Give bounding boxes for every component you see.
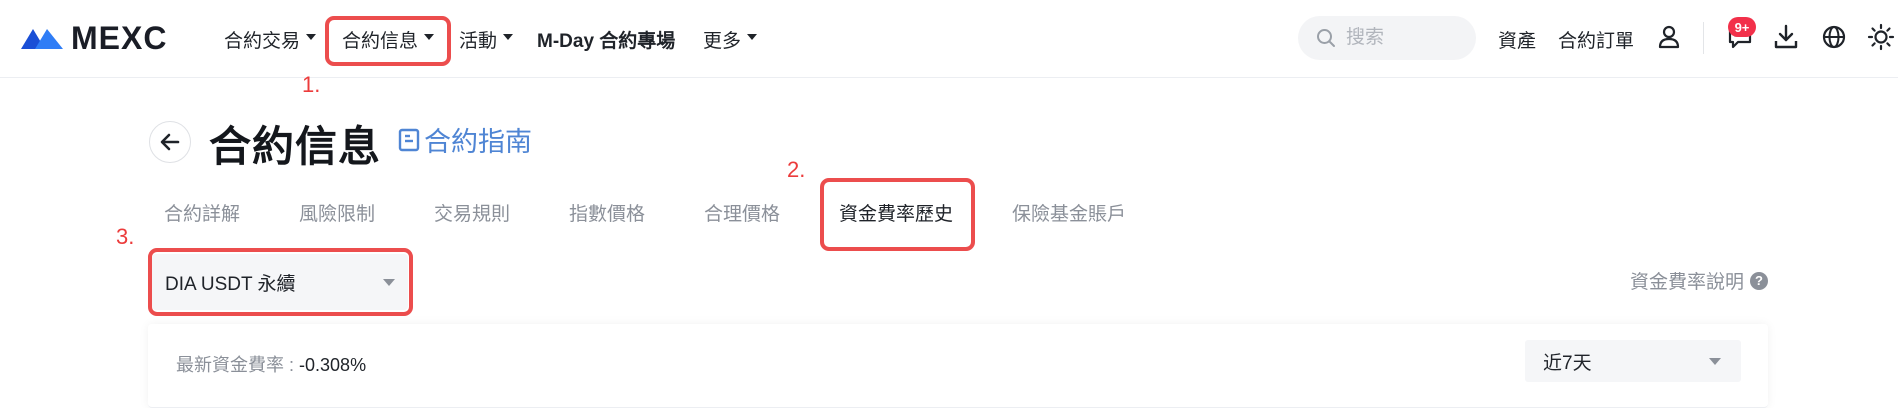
- page-title: 合約信息: [209, 123, 382, 170]
- globe-icon[interactable]: [1819, 22, 1849, 52]
- user-icon[interactable]: [1654, 22, 1684, 52]
- nav-label: 合約交易: [224, 30, 301, 52]
- nav-label: 更多: [703, 30, 742, 52]
- assets-link[interactable]: 資產: [1498, 0, 1536, 78]
- tab-contract-details[interactable]: 合約詳解: [164, 199, 240, 226]
- tab-risk-limit[interactable]: 風險限制: [299, 199, 375, 226]
- tab-fair-price[interactable]: 合理價格: [704, 199, 780, 226]
- contract-select[interactable]: DIA USDT 永續: [152, 254, 408, 310]
- nav-item-contract-trading[interactable]: 合約交易: [224, 0, 317, 78]
- back-button[interactable]: [149, 121, 191, 163]
- search-input[interactable]: [1346, 27, 1466, 49]
- nav-item-mday[interactable]: M-Day 合約專場: [537, 0, 675, 78]
- tab-insurance-fund[interactable]: 保險基金賬戶: [1012, 199, 1126, 226]
- annotation-label-2: 2.: [787, 157, 806, 182]
- period-select[interactable]: 近7天: [1525, 340, 1741, 382]
- caret-down-icon: [747, 34, 758, 40]
- annotation-label-1: 1.: [302, 72, 321, 97]
- caret-down-icon: [503, 34, 514, 40]
- tab-funding-rate-history[interactable]: 資金費率歷史: [839, 199, 953, 226]
- theme-sun-icon[interactable]: [1866, 22, 1896, 52]
- book-icon: [398, 128, 420, 151]
- caret-down-icon: [306, 34, 317, 40]
- latest-rate-value: -0.308%: [299, 355, 367, 375]
- nav-item-events[interactable]: 活動: [459, 0, 514, 78]
- download-icon[interactable]: [1771, 22, 1801, 52]
- logo-text: MEXC: [71, 19, 168, 56]
- notification-badge: 9+: [1728, 17, 1756, 37]
- nav-label: 活動: [459, 30, 498, 52]
- explain-label: 資金費率說明: [1630, 272, 1745, 293]
- annotation-label-3: 3.: [116, 224, 135, 249]
- caret-down-icon: [1709, 358, 1721, 365]
- guide-label: 合約指南: [424, 127, 532, 157]
- nav-label: M-Day 合約專場: [537, 30, 676, 52]
- contract-orders-link[interactable]: 合約訂單: [1558, 0, 1634, 78]
- funding-rate-explain-link[interactable]: 資金費率說明 ?: [1630, 267, 1769, 294]
- period-select-value: 近7天: [1543, 352, 1592, 374]
- latest-rate-label: 最新資金費率 :: [176, 355, 295, 375]
- assets-label: 資產: [1498, 30, 1537, 52]
- contract-guide-link[interactable]: 合約指南: [398, 120, 532, 159]
- caret-down-icon: [383, 279, 395, 286]
- mexc-logo[interactable]: MEXC: [19, 19, 168, 56]
- header-divider: [1703, 22, 1704, 54]
- search-icon: [1317, 29, 1335, 47]
- orders-label: 合約訂單: [1558, 30, 1635, 52]
- top-navbar: MEXC 合約交易 合約信息 活動 M-Day 合約專場 更多 資產 合約訂單: [0, 0, 1898, 78]
- arrow-left-icon: [160, 133, 180, 151]
- tab-trading-rules[interactable]: 交易規則: [434, 199, 510, 226]
- mexc-logo-icon: [21, 29, 63, 49]
- nav-item-more[interactable]: 更多: [703, 0, 758, 78]
- tab-index-price[interactable]: 指數價格: [569, 199, 645, 226]
- search-box[interactable]: [1298, 16, 1476, 60]
- latest-funding-rate: 最新資金費率 : -0.308%: [176, 351, 366, 377]
- annotation-box-contract-info: [325, 16, 451, 66]
- contract-select-value: DIA USDT 永續: [165, 273, 296, 295]
- help-icon: ?: [1750, 271, 1769, 290]
